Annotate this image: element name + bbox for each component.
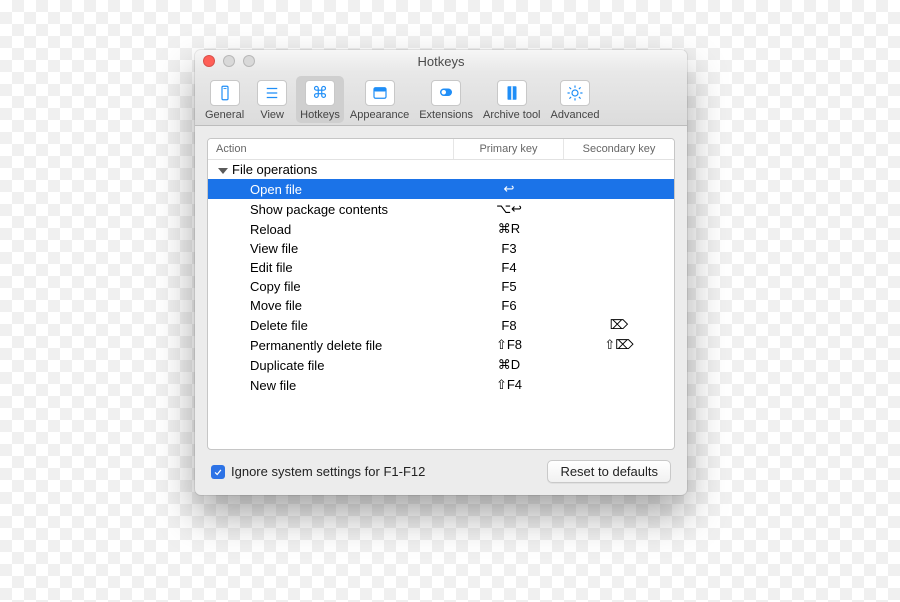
tab-label: Hotkeys: [300, 109, 340, 121]
column-header-primary[interactable]: Primary key: [454, 139, 564, 159]
cell-action: Permanently delete file: [208, 337, 454, 354]
table-row[interactable]: Move fileF6: [208, 296, 674, 315]
table-row[interactable]: Open file↩: [208, 179, 674, 199]
hotkeys-icon: ⌘: [305, 80, 335, 106]
tab-label: Extensions: [419, 109, 473, 121]
reset-defaults-button[interactable]: Reset to defaults: [547, 460, 671, 483]
cell-secondary: [564, 384, 674, 386]
cell-primary: ⌘R: [454, 220, 564, 238]
column-header-action[interactable]: Action: [208, 139, 454, 159]
cell-secondary: [564, 267, 674, 269]
table-row[interactable]: Delete fileF8⌦: [208, 315, 674, 335]
table-row[interactable]: Show package contents⌥↩: [208, 199, 674, 219]
preferences-toolbar: General View ⌘ Hotkeys Appearance Extens…: [195, 72, 687, 126]
cell-primary: F8: [454, 317, 564, 334]
cell-primary: F6: [454, 297, 564, 314]
table-body[interactable]: File operationsOpen file↩Show package co…: [208, 160, 674, 449]
tab-label: View: [260, 109, 284, 121]
cell-action: Duplicate file: [208, 357, 454, 374]
tab-label: General: [205, 109, 244, 121]
cell-secondary: ⇧⌦: [564, 336, 674, 354]
cell-primary: ↩: [454, 180, 564, 198]
cell-primary: F4: [454, 259, 564, 276]
tab-general[interactable]: General: [201, 76, 248, 123]
window-title: Hotkeys: [195, 54, 687, 69]
titlebar: Hotkeys: [195, 50, 687, 72]
cell-secondary: [564, 188, 674, 190]
cell-action: Open file: [208, 181, 454, 198]
table-row[interactable]: New file⇧F4: [208, 375, 674, 395]
group-row-file-operations[interactable]: File operations: [208, 160, 674, 179]
tab-label: Advanced: [551, 109, 600, 121]
general-icon: [210, 80, 240, 106]
cell-secondary: [564, 228, 674, 230]
checkbox-label: Ignore system settings for F1-F12: [231, 464, 425, 479]
column-header-secondary[interactable]: Secondary key: [564, 139, 674, 159]
tab-appearance[interactable]: Appearance: [346, 76, 413, 123]
table-row[interactable]: Reload⌘R: [208, 219, 674, 239]
cell-action: Move file: [208, 297, 454, 314]
cell-action: View file: [208, 240, 454, 257]
tab-archive-tool[interactable]: Archive tool: [479, 76, 544, 123]
cell-primary: ⌥↩: [454, 200, 564, 218]
checkbox-box-icon: [211, 465, 225, 479]
cell-action: New file: [208, 377, 454, 394]
appearance-icon: [365, 80, 395, 106]
cell-primary: ⇧F8: [454, 336, 564, 354]
cell-primary: ⇧F4: [454, 376, 564, 394]
cell-secondary: [564, 305, 674, 307]
table-header: Action Primary key Secondary key: [208, 139, 674, 160]
cell-secondary: [564, 364, 674, 366]
cell-action: Delete file: [208, 317, 454, 334]
table-row[interactable]: Duplicate file⌘D: [208, 355, 674, 375]
cell-primary: F5: [454, 278, 564, 295]
table-row[interactable]: Edit fileF4: [208, 258, 674, 277]
cell-action: Show package contents: [208, 201, 454, 218]
cell-secondary: [564, 286, 674, 288]
advanced-icon: [560, 80, 590, 106]
cell-secondary: [564, 208, 674, 210]
disclosure-triangle-icon: [218, 168, 228, 174]
footer: Ignore system settings for F1-F12 Reset …: [207, 450, 675, 485]
table-row[interactable]: View fileF3: [208, 239, 674, 258]
cell-primary: F3: [454, 240, 564, 257]
tab-extensions[interactable]: Extensions: [415, 76, 477, 123]
tab-hotkeys[interactable]: ⌘ Hotkeys: [296, 76, 344, 123]
archive-icon: [497, 80, 527, 106]
extensions-icon: [431, 80, 461, 106]
ignore-fkeys-checkbox[interactable]: Ignore system settings for F1-F12: [211, 464, 425, 479]
content-area: Action Primary key Secondary key File op…: [195, 126, 687, 495]
cell-secondary: ⌦: [564, 316, 674, 334]
cell-action: Reload: [208, 221, 454, 238]
tab-view[interactable]: View: [250, 76, 294, 123]
table-row[interactable]: Copy fileF5: [208, 277, 674, 296]
preferences-window: Hotkeys General View ⌘ Hotkeys Appearan: [195, 50, 687, 495]
tab-label: Archive tool: [483, 109, 540, 121]
cell-secondary: [564, 248, 674, 250]
cell-action: Edit file: [208, 259, 454, 276]
hotkeys-table: Action Primary key Secondary key File op…: [207, 138, 675, 450]
tab-advanced[interactable]: Advanced: [547, 76, 604, 123]
group-label: File operations: [232, 162, 317, 177]
table-row[interactable]: Permanently delete file⇧F8⇧⌦: [208, 335, 674, 355]
tab-label: Appearance: [350, 109, 409, 121]
cell-primary: ⌘D: [454, 356, 564, 374]
view-icon: [257, 80, 287, 106]
cell-action: Copy file: [208, 278, 454, 295]
